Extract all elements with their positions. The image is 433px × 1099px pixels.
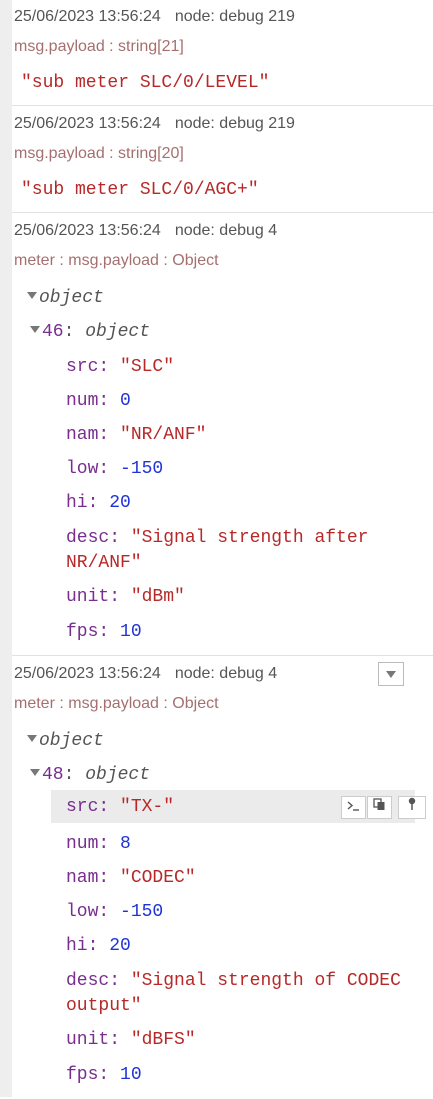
prop-fps[interactable]: fps: 10 xyxy=(66,622,142,642)
object-root[interactable]: object xyxy=(27,288,104,308)
debug-panel: 25/06/2023 13:56:24 node: debug 219 msg.p… xyxy=(12,0,433,1097)
timestamp: 25/06/2023 13:56:24 xyxy=(14,665,161,682)
node-link[interactable]: node: debug 4 xyxy=(175,222,277,239)
payload-value[interactable]: "sub meter SLC/0/AGC+" xyxy=(21,180,259,200)
copy-path-button[interactable] xyxy=(341,796,366,819)
debug-message: 25/06/2023 13:56:24 node: debug 4 meter :… xyxy=(12,656,433,1099)
debug-message: 25/06/2023 13:56:24 node: debug 219 msg.p… xyxy=(12,106,433,213)
object-root[interactable]: object xyxy=(27,731,104,751)
left-gutter xyxy=(0,0,12,1097)
prop-fps[interactable]: fps: 10 xyxy=(66,1065,142,1085)
message-topic: msg.payload : string[21] xyxy=(14,38,184,55)
debug-message: 25/06/2023 13:56:24 node: debug 4 meter :… xyxy=(12,213,433,656)
expand-triangle-icon xyxy=(27,735,37,742)
message-menu-button[interactable] xyxy=(378,662,404,686)
message-meta: 25/06/2023 13:56:24 node: debug 219 xyxy=(14,8,295,26)
payload-value[interactable]: "sub meter SLC/0/LEVEL" xyxy=(21,73,269,93)
prop-desc[interactable]: desc: "Signal strength after NR/ANF" xyxy=(66,526,368,576)
message-topic: meter : msg.payload : Object xyxy=(14,695,219,712)
timestamp: 25/06/2023 13:56:24 xyxy=(14,115,161,132)
prop-src-hovered[interactable]: src: "TX-" xyxy=(66,797,174,817)
prop-nam[interactable]: nam: "CODEC" xyxy=(66,868,196,888)
object-child[interactable]: 46: object xyxy=(30,322,150,342)
prop-unit[interactable]: unit: "dBm" xyxy=(66,587,185,607)
prop-hi[interactable]: hi: 20 xyxy=(66,493,131,513)
prop-hi[interactable]: hi: 20 xyxy=(66,936,131,956)
node-link[interactable]: node: debug 4 xyxy=(175,665,277,682)
message-topic: meter : msg.payload : Object xyxy=(14,252,219,269)
prop-unit[interactable]: unit: "dBFS" xyxy=(66,1030,196,1050)
timestamp: 25/06/2023 13:56:24 xyxy=(14,222,161,239)
message-meta: 25/06/2023 13:56:24 node: debug 4 xyxy=(14,665,277,683)
prop-low[interactable]: low: -150 xyxy=(66,459,163,479)
pin-icon xyxy=(407,797,417,814)
prop-low[interactable]: low: -150 xyxy=(66,902,163,922)
expand-triangle-icon xyxy=(30,769,40,776)
debug-message: 25/06/2023 13:56:24 node: debug 219 msg.p… xyxy=(12,0,433,106)
message-topic: msg.payload : string[20] xyxy=(14,145,184,162)
expand-triangle-icon xyxy=(27,292,37,299)
expand-triangle-icon xyxy=(30,326,40,333)
message-meta: 25/06/2023 13:56:24 node: debug 219 xyxy=(14,115,295,133)
node-link[interactable]: node: debug 219 xyxy=(175,8,295,25)
pin-button[interactable] xyxy=(398,796,426,819)
prop-num[interactable]: num: 8 xyxy=(66,834,131,854)
copy-icon xyxy=(373,798,386,814)
timestamp: 25/06/2023 13:56:24 xyxy=(14,8,161,25)
copy-value-button[interactable] xyxy=(367,796,392,819)
prop-desc[interactable]: desc: "Signal strength of CODEC output" xyxy=(66,969,401,1019)
message-meta: 25/06/2023 13:56:24 node: debug 4 xyxy=(14,222,277,240)
object-child[interactable]: 48: object xyxy=(30,765,150,785)
chevron-down-icon xyxy=(386,671,396,678)
prop-src[interactable]: src: "SLC" xyxy=(66,357,174,377)
node-link[interactable]: node: debug 219 xyxy=(175,115,295,132)
prop-nam[interactable]: nam: "NR/ANF" xyxy=(66,425,206,445)
prop-num[interactable]: num: 0 xyxy=(66,391,131,411)
terminal-icon xyxy=(347,800,360,814)
